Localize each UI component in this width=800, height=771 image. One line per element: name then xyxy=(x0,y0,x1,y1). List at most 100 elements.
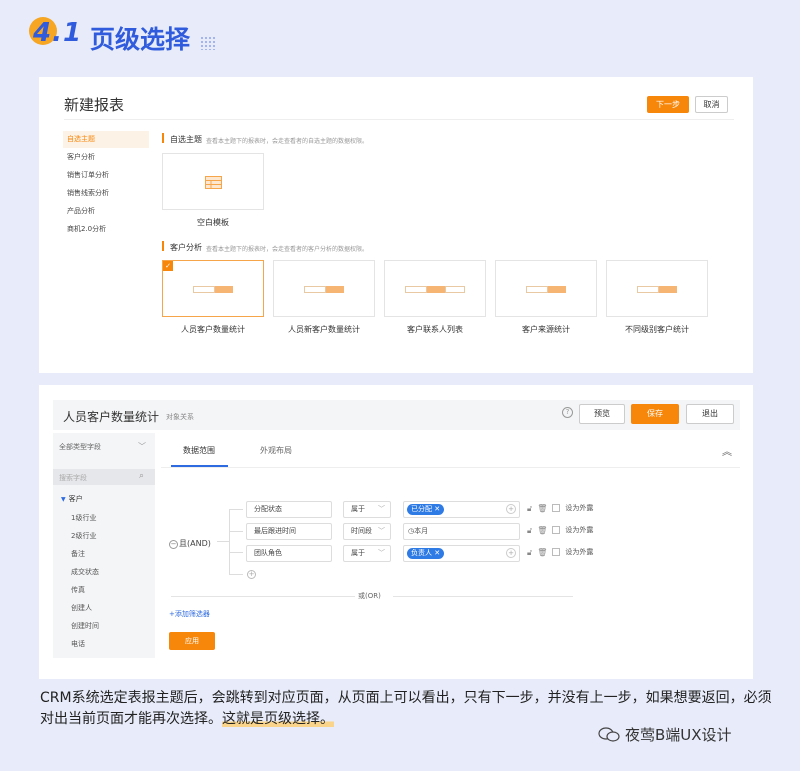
thumb-shape xyxy=(326,286,344,293)
delete-icon[interactable]: 🗑︎ xyxy=(537,526,547,535)
delete-icon[interactable]: 🗑︎ xyxy=(537,548,547,557)
filter-date-input[interactable]: ◷本月 xyxy=(403,523,520,540)
field-item[interactable]: 备注 xyxy=(71,549,85,559)
add-filter-link[interactable]: +添加筛选器 xyxy=(169,609,210,619)
filter-operator-select[interactable]: 属于 ﹀ xyxy=(343,545,391,562)
field-search-input[interactable]: 搜索字段 ⌕ xyxy=(53,469,155,485)
help-icon[interactable]: ? xyxy=(562,407,573,418)
expose-checkbox[interactable] xyxy=(552,504,561,512)
template-label: 客户联系人列表 xyxy=(407,325,463,334)
search-icon: ⌕ xyxy=(139,471,145,481)
tab-data-scope[interactable]: 数据范围 xyxy=(183,445,215,456)
filter-field-select[interactable]: 最后跟进时间 xyxy=(246,523,332,540)
expose-checkbox[interactable] xyxy=(552,526,561,534)
template-label: 人员客户数量统计 xyxy=(181,325,245,334)
add-value-icon[interactable]: + xyxy=(506,504,516,514)
template-label: 人员新客户数量统计 xyxy=(288,325,360,334)
filter-operator-select[interactable]: 属于 ﹀ xyxy=(343,501,391,518)
and-toggle[interactable]: − 且(AND) xyxy=(169,538,211,549)
add-condition-icon[interactable]: + xyxy=(247,570,256,579)
filter-field-select[interactable]: 团队角色 xyxy=(246,545,332,562)
filter-field-select[interactable]: 分配状态 xyxy=(246,501,332,518)
thumb-shape xyxy=(304,286,326,293)
thumb-shape xyxy=(193,286,215,293)
sidebar-item-custom-theme[interactable]: 自选主题 xyxy=(63,131,149,148)
lock-icon[interactable]: 🔓︎ xyxy=(527,504,532,513)
lock-icon[interactable]: 🔓︎ xyxy=(527,548,532,557)
sidebar-item-sales-lead[interactable]: 销售线索分析 xyxy=(63,185,149,202)
connector-line xyxy=(229,531,243,532)
delete-icon[interactable]: 🗑︎ xyxy=(537,504,547,513)
save-button[interactable]: 保存 xyxy=(631,404,679,424)
apply-button[interactable]: 应用 xyxy=(169,632,215,650)
row-actions: 🔓︎ 🗑︎ 设为外露 xyxy=(527,525,598,536)
filter-value-input[interactable]: 已分配 ✕ + xyxy=(403,501,520,518)
section-desc: 查看本主题下的报表时，会走查看者的客户分析的数据权限。 xyxy=(206,246,369,253)
filter-value-input[interactable]: 负责人 ✕ + xyxy=(403,545,520,562)
heading-title: 页级选择 xyxy=(90,25,191,54)
date-value: ◷本月 xyxy=(408,525,428,538)
minus-icon: − xyxy=(169,540,178,549)
collapse-icon[interactable]: ︽ xyxy=(722,443,732,458)
template-card[interactable] xyxy=(606,260,708,317)
section-marker xyxy=(162,133,164,143)
connector-line xyxy=(229,574,243,575)
next-step-button[interactable]: 下一步 xyxy=(647,96,689,113)
thumb-shape xyxy=(215,286,233,293)
or-divider xyxy=(171,596,355,597)
filter-operator-select[interactable]: 时间段 ﹀ xyxy=(343,523,391,540)
value-tag[interactable]: 已分配 ✕ xyxy=(407,504,445,515)
tab-appearance[interactable]: 外观布局 xyxy=(260,445,292,456)
field-item[interactable]: 传真 xyxy=(71,585,85,595)
preview-button[interactable]: 预览 xyxy=(579,404,625,424)
chevron-down-icon: ﹀ xyxy=(378,549,385,557)
lock-icon[interactable]: 🔓︎ xyxy=(527,526,532,535)
sidebar-item-product[interactable]: 产品分析 xyxy=(63,203,149,220)
divider xyxy=(64,119,734,120)
sidebar-item-opportunity[interactable]: 商机2.0分析 xyxy=(63,221,149,238)
tabs-divider xyxy=(161,467,740,468)
chevron-down-icon: ﹀ xyxy=(378,527,385,535)
section-title: 客户分析 xyxy=(170,243,202,252)
search-placeholder: 搜索字段 xyxy=(59,474,87,482)
add-value-icon[interactable]: + xyxy=(506,548,516,558)
row-actions: 🔓︎ 🗑︎ 设为外露 xyxy=(527,503,598,514)
object-relation-link[interactable]: 对象关系 xyxy=(166,412,194,422)
caret-down-icon: ▼ xyxy=(61,496,66,503)
field-group-customer[interactable]: ▼ 客户 xyxy=(61,494,83,504)
caption-line-2: 对出当前页面才能再次选择。 xyxy=(40,711,222,727)
field-item[interactable]: 1级行业 xyxy=(71,513,96,523)
expose-checkbox[interactable] xyxy=(552,548,561,556)
field-group-label: 客户 xyxy=(68,495,83,503)
caption-highlight: 这就是页级选择。 xyxy=(222,711,334,727)
report-editor-panel: 人员客户数量统计 对象关系 ? 预览 保存 退出 全部类型字段 ﹀ 搜索字段 ⌕… xyxy=(39,385,753,679)
field-item[interactable]: 创建时间 xyxy=(71,621,99,631)
thumb-shape xyxy=(548,286,566,293)
sidebar-item-customer-analysis[interactable]: 客户分析 xyxy=(63,149,149,166)
checkmark-icon: ✓ xyxy=(163,261,173,271)
expose-label: 设为外露 xyxy=(565,548,594,556)
field-item[interactable]: 电话 xyxy=(71,639,85,649)
thumb-shape xyxy=(445,286,465,293)
blank-template-card[interactable] xyxy=(162,153,264,210)
chevron-down-icon: ﹀ xyxy=(378,505,385,513)
chevron-down-icon[interactable]: ﹀ xyxy=(138,441,146,452)
cancel-button[interactable]: 取消 xyxy=(695,96,728,113)
value-tag[interactable]: 负责人 ✕ xyxy=(407,548,445,559)
sidebar-item-sales-order[interactable]: 销售订单分析 xyxy=(63,167,149,184)
field-type-select[interactable]: 全部类型字段 xyxy=(59,442,101,452)
template-label: 客户来源统计 xyxy=(522,325,570,334)
exit-button[interactable]: 退出 xyxy=(686,404,734,424)
field-panel: 全部类型字段 ﹀ 搜索字段 ⌕ ▼ 客户 1级行业 2级行业 备注 成交状态 传真… xyxy=(53,433,155,658)
field-item[interactable]: 创建人 xyxy=(71,603,92,613)
field-item[interactable]: 成交状态 xyxy=(71,567,99,577)
operator-value: 属于 xyxy=(351,505,365,513)
field-item[interactable]: 2级行业 xyxy=(71,531,96,541)
thumb-shape xyxy=(659,286,677,293)
template-card-selected[interactable]: ✓ xyxy=(162,260,264,317)
template-card[interactable] xyxy=(384,260,486,317)
template-card[interactable] xyxy=(273,260,375,317)
new-report-panel: 新建报表 下一步 取消 自选主题 客户分析 销售订单分析 销售线索分析 产品分析… xyxy=(39,77,753,373)
table-icon xyxy=(205,176,222,189)
template-card[interactable] xyxy=(495,260,597,317)
